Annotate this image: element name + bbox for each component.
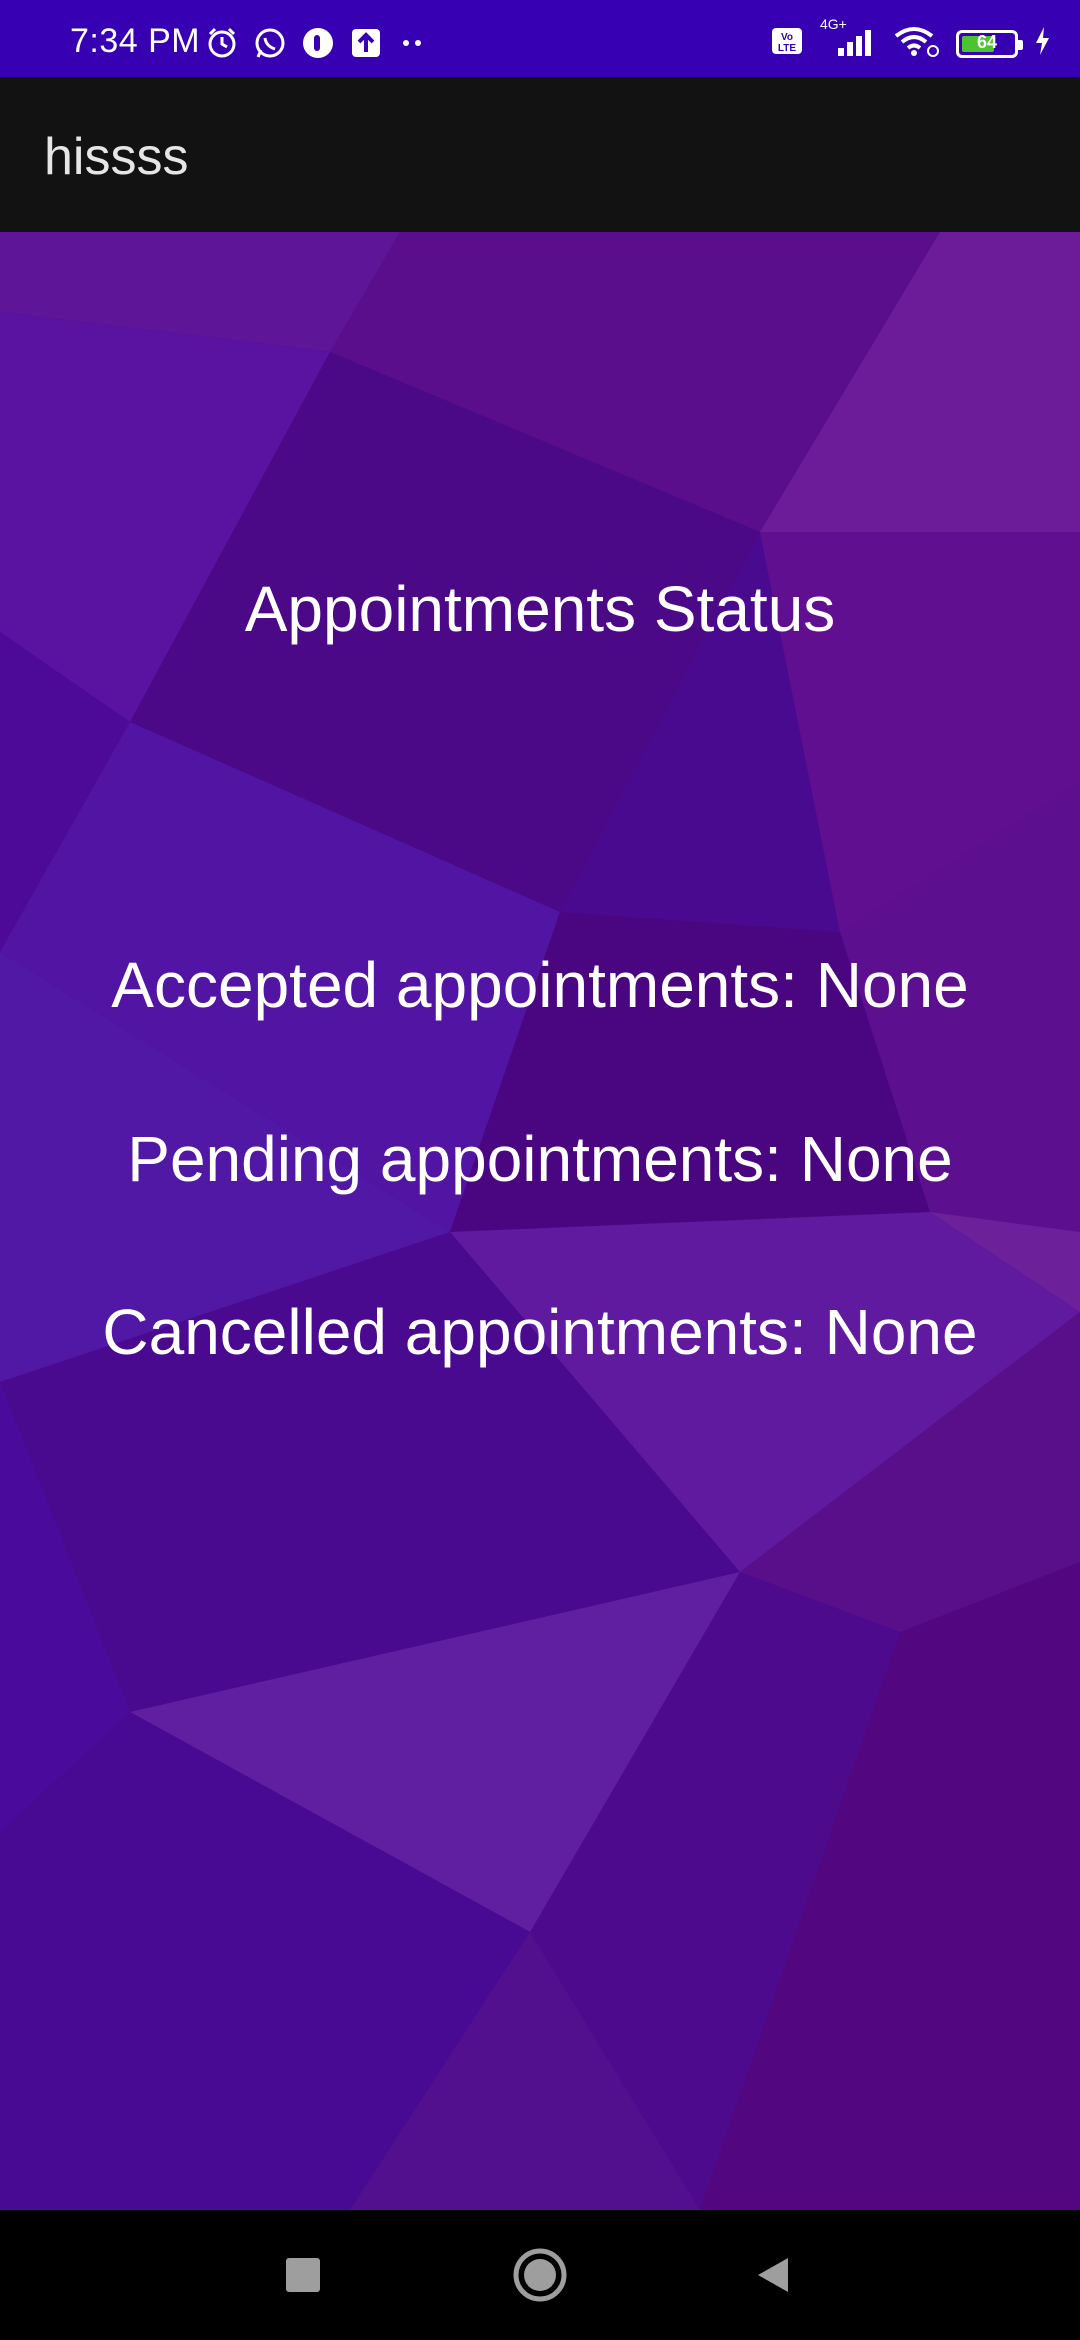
- status-time: 7:34 PM: [70, 22, 201, 60]
- back-triangle-icon: [758, 2258, 788, 2292]
- battery-level: 64: [976, 31, 998, 52]
- back-button[interactable]: [737, 2240, 807, 2310]
- more-dots-icon: [397, 26, 427, 65]
- charging-icon: [1032, 24, 1052, 63]
- appointments-status-heading: Appointments Status: [244, 573, 836, 645]
- app-bar: hissss: [0, 77, 1080, 232]
- signal-icon: 4G+: [818, 16, 878, 63]
- cancelled-appointments-text: Cancelled appointments: None: [102, 1296, 978, 1368]
- pending-appointments-text: Pending appointments: None: [127, 1123, 953, 1195]
- status-bar: 7:34 PM Vo LTE 4G+ 64: [0, 0, 1080, 77]
- app-title: hissss: [44, 128, 189, 186]
- system-icons: Vo LTE 4G+ 64: [770, 16, 1052, 63]
- alarm-icon: [205, 26, 239, 65]
- app-notification-icon: [301, 26, 335, 65]
- wifi-icon: [892, 24, 942, 63]
- content-area: Appointments Status Accepted appointment…: [0, 232, 1080, 2210]
- svg-text:Vo: Vo: [781, 32, 793, 43]
- app-screen: 7:34 PM Vo LTE 4G+ 64 hissss Appointment…: [0, 0, 1080, 2340]
- upload-icon: [349, 26, 383, 65]
- network-type-label: 4G+: [820, 16, 847, 32]
- recents-button[interactable]: [268, 2240, 338, 2310]
- notification-icons: [205, 26, 427, 65]
- whatsapp-icon: [253, 26, 287, 65]
- battery-icon: 64: [956, 29, 1023, 58]
- navigation-bar: [0, 2210, 1080, 2340]
- svg-text:LTE: LTE: [778, 43, 796, 54]
- home-circle-icon: [513, 2248, 567, 2302]
- polygon-background: [0, 232, 1080, 2210]
- home-button[interactable]: [505, 2240, 575, 2310]
- accepted-appointments-text: Accepted appointments: None: [111, 949, 969, 1021]
- recents-square-icon: [286, 2258, 320, 2292]
- battery-cap: [1018, 39, 1023, 50]
- volte-icon: Vo LTE: [770, 24, 804, 63]
